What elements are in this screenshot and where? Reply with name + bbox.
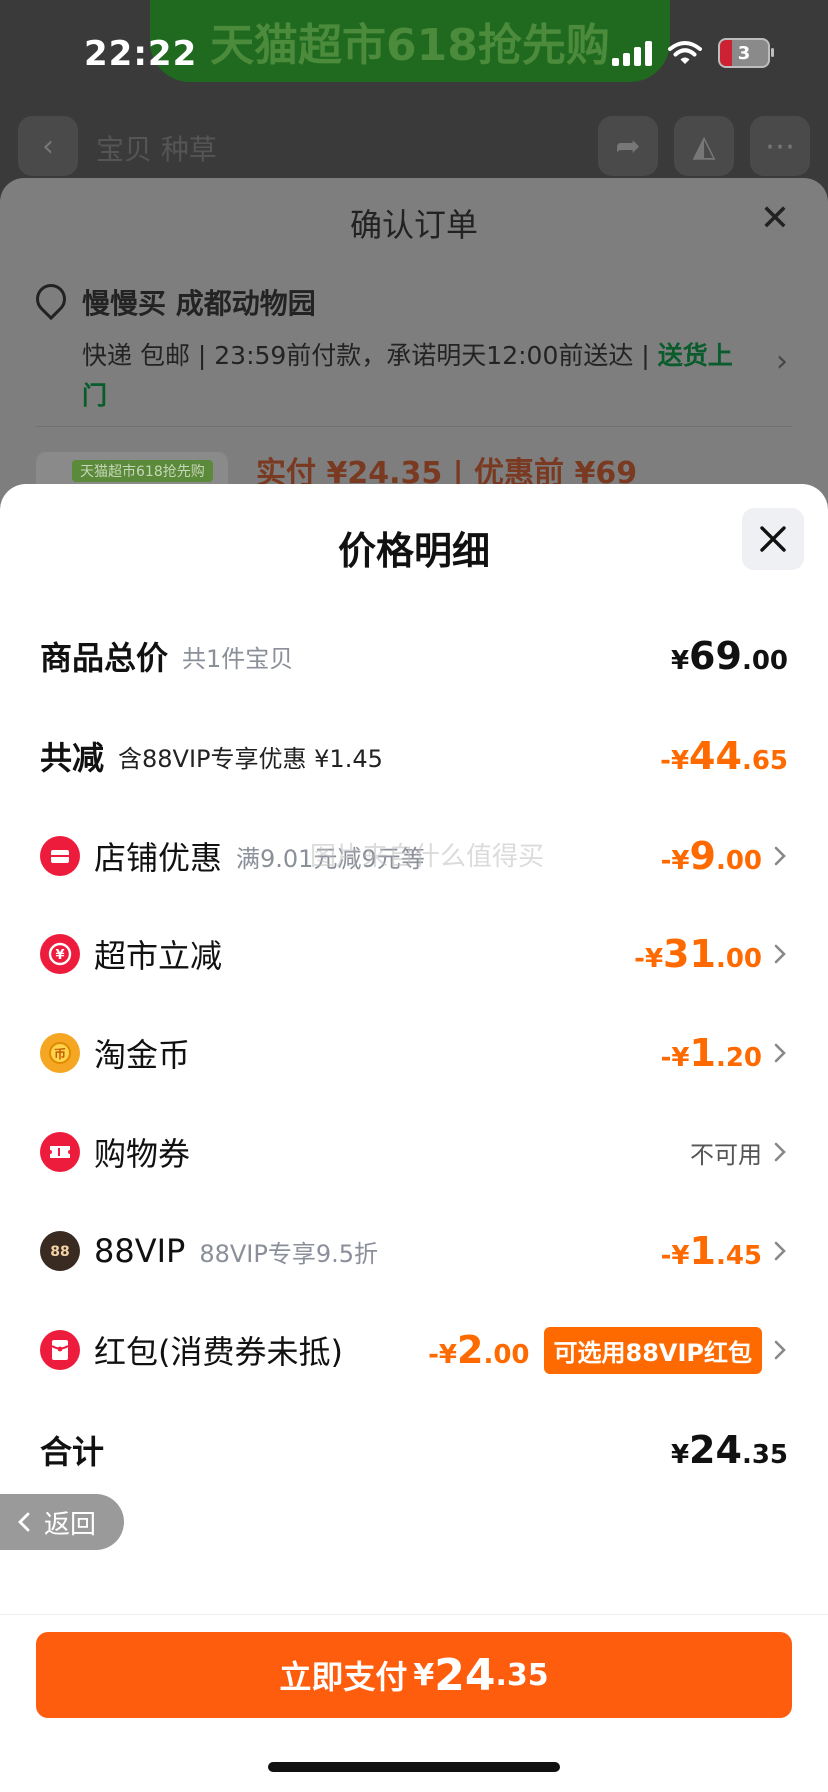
status-icons: 3: [612, 38, 774, 68]
back-label: 返回: [44, 1509, 97, 1540]
close-button[interactable]: [742, 508, 804, 570]
vip88-row[interactable]: 88 88VIP 88VIP专享9.5折 -¥1.45: [40, 1221, 788, 1281]
chevron-right-icon: [774, 944, 786, 964]
gold-coin-icon: 币: [40, 1033, 80, 1073]
red-packet-amount: -¥2.00: [428, 1328, 530, 1372]
grand-total-label: 合计: [40, 1433, 105, 1471]
divider: [36, 426, 792, 427]
taojinbi-row[interactable]: 币 淘金币 -¥1.20: [40, 1023, 788, 1083]
chevron-right-icon: [774, 1043, 786, 1063]
shopping-voucher-row[interactable]: 购物券 不可用: [40, 1122, 788, 1182]
total-discount-amount: -¥44.65: [660, 734, 788, 778]
back-arrow-icon: ‹: [18, 116, 78, 176]
svg-text:88: 88: [50, 1244, 69, 1260]
red-packet-icon: [40, 1330, 80, 1370]
chevron-left-icon: [18, 1512, 30, 1532]
shop-discount-label: 店铺优惠: [94, 839, 223, 877]
vip-red-packet-tag[interactable]: 可选用88VIP红包: [543, 1326, 762, 1374]
supermarket-discount-amount: -¥31.00: [634, 932, 762, 976]
pay-amount-dec: .35: [495, 1657, 549, 1693]
share-icon: ➦: [598, 116, 658, 176]
grand-total-amount: ¥24.35: [670, 1428, 788, 1472]
chevron-right-icon: [774, 1340, 786, 1360]
taojinbi-amount: -¥1.20: [660, 1031, 762, 1075]
chevron-right-icon: [774, 846, 786, 866]
taojinbi-label: 淘金币: [94, 1036, 191, 1074]
goods-count: 共1件宝贝: [182, 644, 294, 673]
more-icon: ⋯: [750, 116, 810, 176]
grand-total-row: 合计 ¥24.35: [40, 1420, 788, 1480]
voucher-status: 不可用: [690, 1140, 762, 1169]
battery-icon: 3: [718, 38, 774, 68]
watermark: 图片来自什么值得买: [310, 842, 545, 872]
total-discount-row: 共减 含88VIP专享优惠 ¥1.45 -¥44.65: [40, 726, 788, 786]
bg-tabs: 宝贝 种草: [96, 133, 217, 166]
address-block: 慢慢买 成都动物园 快递 包邮 | 23:59前付款，承诺明天12:00前送达 …: [29, 277, 788, 416]
wifi-icon: [668, 41, 702, 64]
status-time: 22:22: [84, 34, 198, 74]
yen-discount-icon: ¥: [40, 934, 80, 974]
shop-discount-amount: -¥9.00: [660, 834, 762, 878]
supermarket-discount-label: 超市立减: [94, 937, 223, 975]
cart-icon: ◭: [674, 116, 734, 176]
red-packet-row[interactable]: 红包(消费券未抵) -¥2.00 可选用88VIP红包: [40, 1320, 788, 1380]
svg-text:¥: ¥: [55, 948, 64, 963]
vip88-label: 88VIP: [94, 1232, 186, 1270]
goods-total-row: 商品总价 共1件宝贝 ¥69.00: [40, 626, 788, 686]
vip-discount-note: 含88VIP专享优惠 ¥1.45: [118, 744, 383, 773]
promo-banner: 天猫超市618抢先购: [150, 0, 670, 82]
pay-label: 立即支付: [279, 1658, 408, 1696]
vip88-rule: 88VIP专享9.5折: [199, 1239, 379, 1268]
address-name: 慢慢买 成都动物园: [82, 287, 316, 320]
home-indicator[interactable]: [268, 1762, 560, 1772]
order-title: 确认订单: [349, 206, 478, 244]
close-icon: [760, 526, 786, 552]
goods-total-label: 商品总价: [40, 639, 169, 677]
pay-now-button[interactable]: 立即支付 ¥24.35: [36, 1632, 792, 1718]
red-packet-label: 红包(消费券未抵): [94, 1333, 343, 1371]
supermarket-discount-row[interactable]: ¥ 超市立减 -¥31.00: [40, 924, 788, 984]
order-close-icon: ✕: [759, 198, 790, 239]
vip88-icon: 88: [40, 1231, 80, 1271]
location-pin-icon: [29, 277, 73, 321]
back-button[interactable]: 返回: [0, 1494, 124, 1550]
chevron-right-icon: ›: [776, 344, 788, 379]
chevron-right-icon: [774, 1241, 786, 1261]
shop-coupon-icon: [40, 836, 80, 876]
ticket-icon: [40, 1132, 80, 1172]
delivery-info: 快递 包邮 | 23:59前付款，承诺明天12:00前送达 | 送货上门: [82, 341, 733, 410]
pay-currency: ¥: [413, 1657, 435, 1693]
svg-text:币: 币: [54, 1047, 66, 1061]
signal-icon: [612, 40, 652, 66]
total-discount-label: 共减: [40, 739, 105, 777]
pay-amount-int: 24: [434, 1649, 496, 1701]
confirm-order-sheet: 确认订单 ✕ 慢慢买 成都动物园 快递 包邮 | 23:59前付款，承诺明天12…: [0, 178, 828, 512]
panel-title: 价格明细: [337, 529, 490, 573]
footer-divider: [0, 1614, 828, 1615]
goods-total-amount: ¥69.00: [670, 634, 788, 678]
shopping-voucher-label: 购物券: [94, 1135, 191, 1173]
chevron-right-icon: [774, 1142, 786, 1162]
vip88-amount: -¥1.45: [660, 1229, 762, 1273]
